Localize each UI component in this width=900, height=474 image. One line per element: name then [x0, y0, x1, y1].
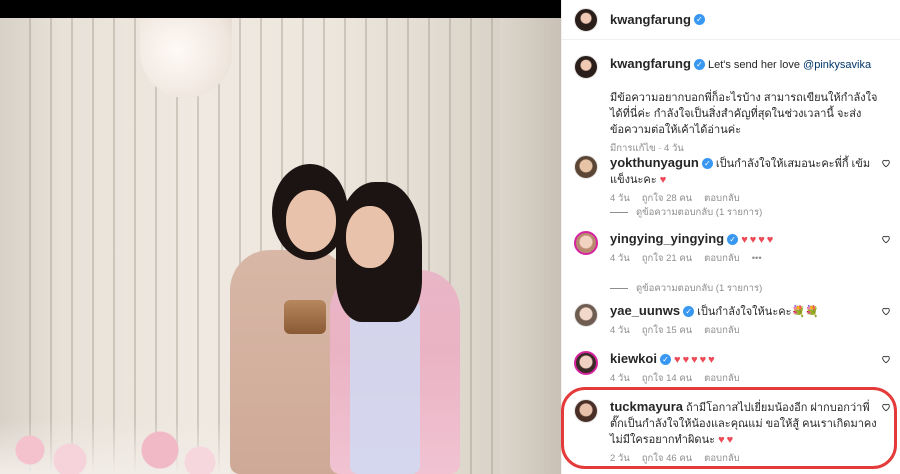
view-replies-label: ดูข้อความตอบกลับ (1 รายการ): [636, 283, 763, 294]
reply-button[interactable]: ตอบกลับ: [704, 373, 740, 384]
verified-badge-icon: ✓: [659, 354, 671, 365]
person-right-face: [346, 206, 394, 268]
verified-badge-icon: ✓: [683, 306, 695, 317]
caption: kwangfarung ✓ Let's send her love @pinkys…: [574, 55, 894, 156]
replies-divider: [610, 288, 628, 289]
comment-age: 4 วัน: [610, 193, 630, 204]
wall-edge: [500, 18, 561, 474]
verified-badge-icon: ✓: [693, 14, 705, 25]
heart-outline-icon[interactable]: [881, 158, 891, 168]
commenter-avatar[interactable]: [574, 231, 598, 255]
caption-lead: Let's send her love: [707, 59, 800, 71]
comment-likes[interactable]: ถูกใจ 15 คน: [642, 325, 692, 336]
cake: [284, 300, 326, 334]
comment-emoji: 💐💐: [791, 306, 819, 318]
verified-badge-icon: ✓: [727, 234, 739, 245]
comment-age: 4 วัน: [610, 253, 630, 264]
reply-button[interactable]: ตอบกลับ: [704, 325, 740, 336]
comment-likes[interactable]: ถูกใจ 28 คน: [642, 193, 692, 204]
view-replies-button[interactable]: ดูข้อความตอบกลับ (1 รายการ): [610, 205, 762, 220]
commenter-username[interactable]: yingying_yingying: [610, 231, 724, 246]
comment-age: 4 วัน: [610, 325, 630, 336]
comment-item: yokthunyagun ✓ เป็นกำลังใจให้เสมอนะคะพี่ก…: [574, 155, 894, 206]
reply-button[interactable]: ตอบกลับ: [704, 193, 740, 204]
comment-likes[interactable]: ถูกใจ 21 คน: [642, 253, 692, 264]
author-username[interactable]: kwangfarung: [610, 12, 691, 27]
caption-username[interactable]: kwangfarung: [610, 56, 691, 71]
comment-emoji: ♥: [659, 174, 669, 186]
replies-divider: [610, 212, 628, 213]
flower-bouquet: [0, 420, 230, 474]
caption-body: มีข้อความอยากบอกพี่ก็อะไรบ้าง สามารถเขีย…: [610, 92, 878, 136]
reply-button[interactable]: ตอบกลับ: [704, 253, 740, 264]
verified-badge-icon: ✓: [693, 59, 705, 70]
author-avatar[interactable]: [574, 7, 598, 32]
caption-mention[interactable]: @pinkysavika: [803, 59, 871, 71]
caption-avatar[interactable]: [574, 55, 598, 79]
comment-emoji: ♥♥♥♥♥: [674, 354, 717, 366]
red-highlight-annotation: [561, 387, 897, 469]
commenter-avatar[interactable]: [574, 155, 598, 179]
blue-apron: [350, 300, 420, 474]
more-options-icon[interactable]: •••: [752, 253, 762, 264]
commenter-avatar[interactable]: [574, 351, 598, 375]
commenter-username[interactable]: yae_uunws: [610, 303, 680, 318]
caption-meta: มีการแก้ไข · 4 วัน: [610, 143, 684, 154]
comment-item: yae_uunws ✓ เป็นกำลังใจให้นะคะ💐💐 4 วัน ถูก…: [574, 303, 894, 338]
commenter-username[interactable]: yokthunyagun: [610, 155, 699, 170]
view-replies-label: ดูข้อความตอบกลับ (1 รายการ): [636, 207, 763, 218]
comment-item: yingying_yingying ✓ ♥♥♥♥ 4 วัน ถูกใจ 21 คน…: [574, 231, 894, 266]
comment-emoji: ♥♥♥♥: [741, 234, 776, 246]
photo-top-bar: [0, 0, 561, 18]
commenter-avatar[interactable]: [574, 303, 598, 327]
comment-age: 4 วัน: [610, 373, 630, 384]
view-replies-button[interactable]: ดูข้อความตอบกลับ (1 รายการ): [610, 281, 762, 296]
commenter-username[interactable]: kiewkoi: [610, 351, 657, 366]
heart-outline-icon[interactable]: [881, 306, 891, 316]
verified-badge-icon: ✓: [701, 158, 713, 169]
post-header: kwangfarung ✓: [562, 0, 900, 40]
post-photo[interactable]: [0, 0, 561, 474]
comment-text: เป็นกำลังใจให้นะคะ: [697, 306, 792, 318]
heart-outline-icon[interactable]: [881, 354, 891, 364]
person-left-face: [286, 190, 336, 252]
comment-likes[interactable]: ถูกใจ 14 คน: [642, 373, 692, 384]
heart-outline-icon[interactable]: [881, 234, 891, 244]
comment-item: kiewkoi ✓ ♥♥♥♥♥ 4 วัน ถูกใจ 14 คน ตอบกลับ: [574, 351, 894, 386]
